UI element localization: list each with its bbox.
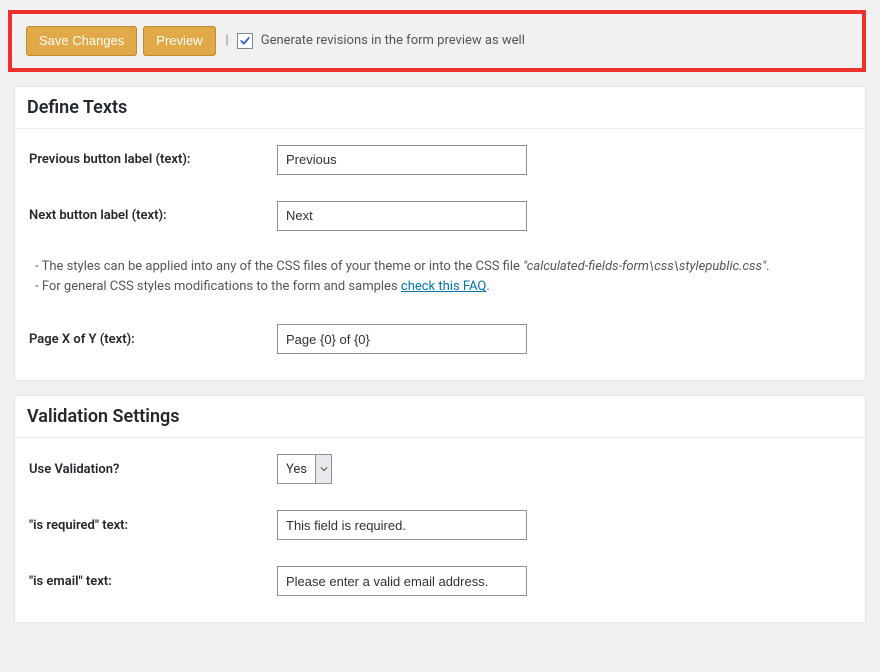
is-email-row: "is email" text: xyxy=(29,566,851,596)
define-texts-panel: Define Texts Previous button label (text… xyxy=(14,86,866,382)
checkmark-icon xyxy=(239,35,251,47)
preview-button[interactable]: Preview xyxy=(143,26,215,56)
is-required-row: "is required" text: xyxy=(29,510,851,540)
chevron-down-icon xyxy=(320,465,328,473)
styles-note-line1-italic: "calculated-fields-form\css\stylepublic.… xyxy=(523,259,766,274)
page-xy-input[interactable] xyxy=(277,324,527,354)
styles-note: - The styles can be applied into any of … xyxy=(35,257,851,299)
is-required-label: "is required" text: xyxy=(29,518,277,533)
previous-button-label-row: Previous button label (text): xyxy=(29,145,851,175)
check-faq-link[interactable]: check this FAQ xyxy=(401,279,486,294)
validation-settings-heading: Validation Settings xyxy=(15,396,865,438)
toolbar-separator: | xyxy=(226,33,229,48)
styles-note-line1-suffix: . xyxy=(766,259,769,274)
use-validation-row: Use Validation? Yes xyxy=(29,454,851,484)
is-email-input[interactable] xyxy=(277,566,527,596)
define-texts-heading: Define Texts xyxy=(15,87,865,129)
next-button-label-input[interactable] xyxy=(277,201,527,231)
previous-button-label-input[interactable] xyxy=(277,145,527,175)
use-validation-dropdown-button[interactable] xyxy=(315,455,331,483)
validation-settings-panel: Validation Settings Use Validation? Yes … xyxy=(14,395,866,623)
page-xy-label: Page X of Y (text): xyxy=(29,332,277,347)
save-button[interactable]: Save Changes xyxy=(26,26,137,56)
is-email-label: "is email" text: xyxy=(29,574,277,589)
use-validation-label: Use Validation? xyxy=(29,462,277,477)
next-button-label-label: Next button label (text): xyxy=(29,208,277,223)
use-validation-value: Yes xyxy=(278,455,315,483)
styles-note-line1-prefix: - The styles can be applied into any of … xyxy=(35,259,523,274)
revisions-checkbox[interactable] xyxy=(237,33,253,49)
previous-button-label-label: Previous button label (text): xyxy=(29,152,277,167)
styles-note-line2-suffix: . xyxy=(486,279,489,294)
toolbar-highlight-box: Save Changes Preview | Generate revision… xyxy=(8,10,866,72)
styles-note-line2-prefix: - For general CSS styles modifications t… xyxy=(35,279,401,294)
next-button-label-row: Next button label (text): xyxy=(29,201,851,231)
is-required-input[interactable] xyxy=(277,510,527,540)
use-validation-select[interactable]: Yes xyxy=(277,454,332,484)
page-xy-row: Page X of Y (text): xyxy=(29,324,851,354)
revisions-checkbox-label: Generate revisions in the form preview a… xyxy=(261,33,525,48)
